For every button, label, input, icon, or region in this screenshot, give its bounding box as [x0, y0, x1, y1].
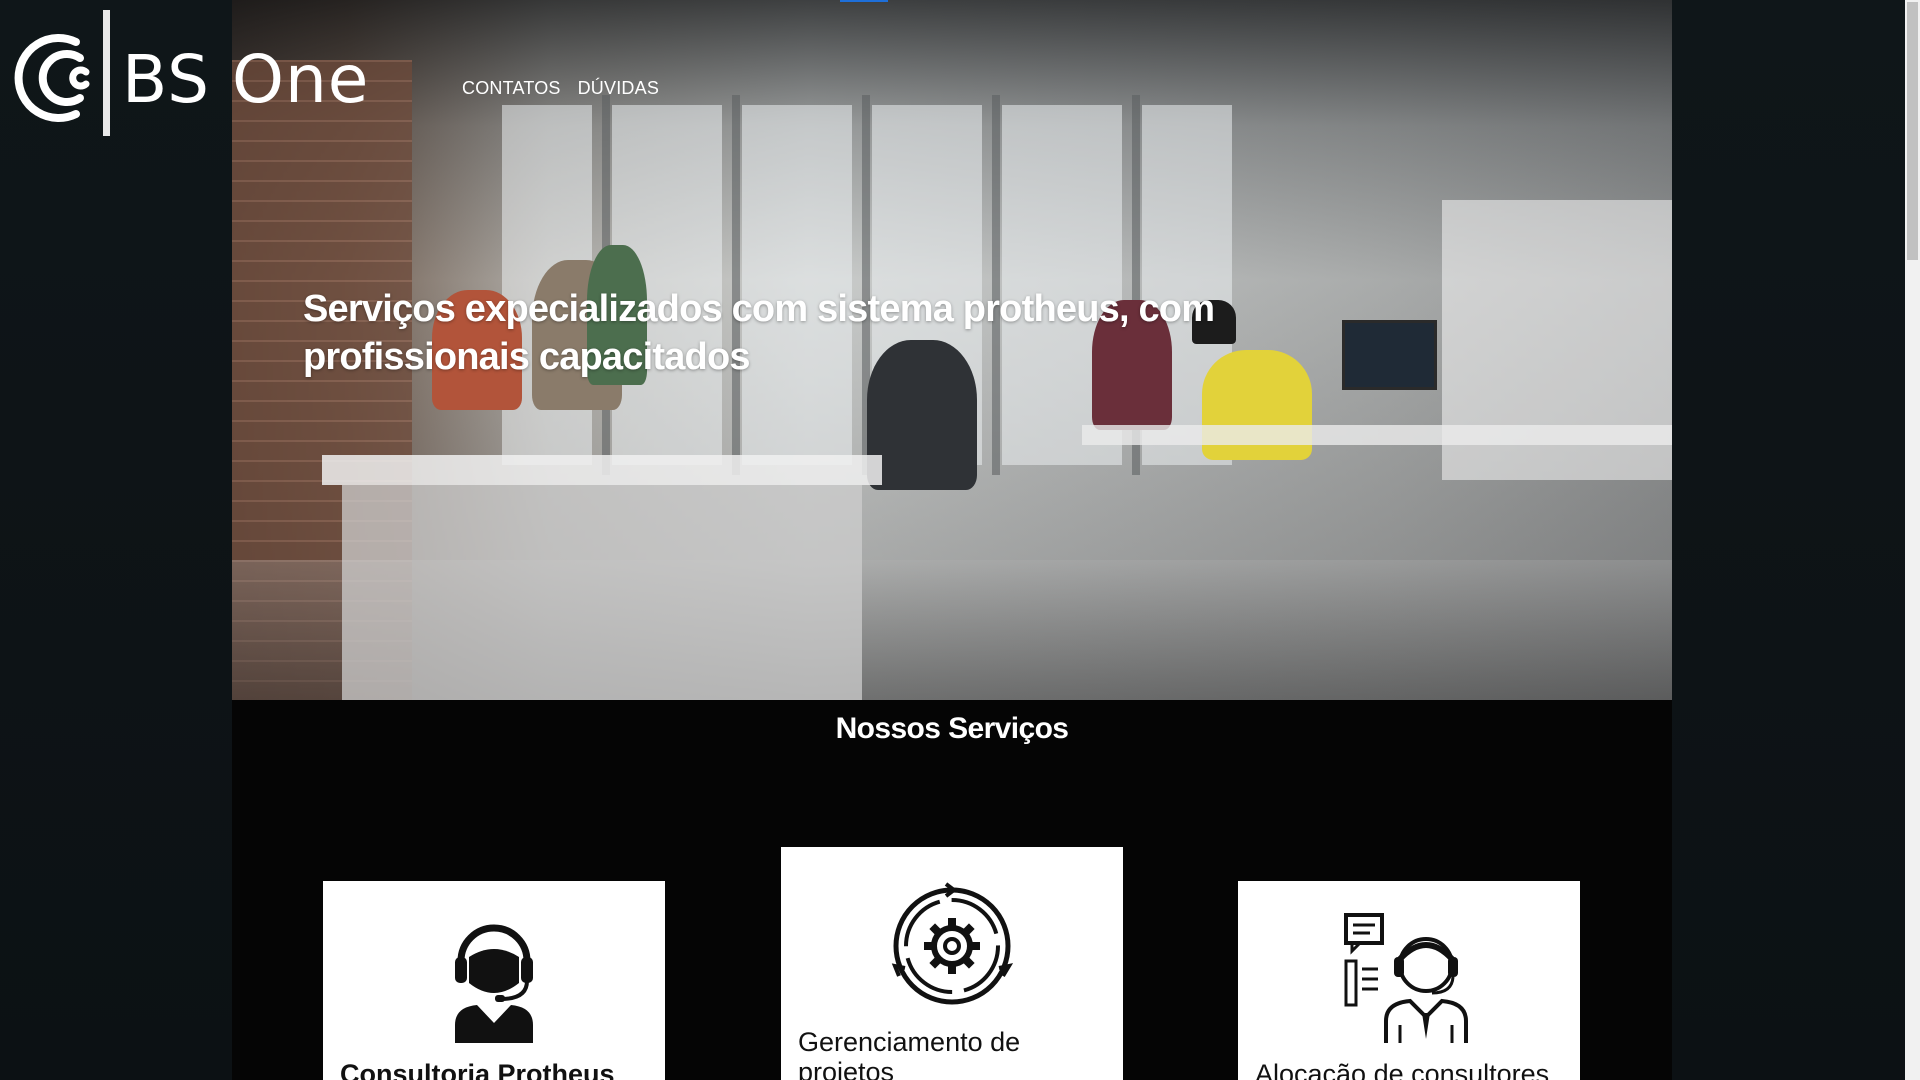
service-card-title: Alocação de consultores [1255, 1059, 1550, 1080]
hero-desk [322, 455, 882, 485]
active-indicator [840, 0, 888, 2]
service-card-gerenciamento[interactable]: Gerenciamento de projetos [781, 847, 1123, 1080]
bs-one-logo-icon [14, 33, 90, 122]
service-card-consultoria[interactable]: Consultoria Protheus [323, 881, 665, 1080]
brand-logo-link[interactable] [12, 10, 92, 135]
gear-cycle-icon [891, 882, 1013, 1005]
main-nav: CONTATOS DÚVIDAS [462, 78, 659, 99]
logo-divider [103, 10, 110, 136]
hero-title: Serviços expecializados com sistema prot… [303, 288, 1215, 378]
headset-consultant-icon [455, 924, 533, 1043]
hero-desk-cabinet [342, 485, 862, 700]
vertical-scrollbar[interactable] [1905, 0, 1920, 1080]
service-card-alocacao[interactable]: Alocação de consultores [1238, 881, 1580, 1080]
scrollbar-thumb[interactable] [1907, 2, 1918, 260]
nav-link-duvidas[interactable]: DÚVIDAS [578, 78, 659, 99]
support-agent-icon [1344, 913, 1468, 1043]
service-card-title: Consultoria Protheus [340, 1059, 615, 1080]
services-heading: Nossos Serviços [835, 712, 1069, 745]
service-card-title: Gerenciamento de projetos [798, 1027, 1021, 1080]
nav-link-contatos[interactable]: CONTATOS [462, 78, 561, 99]
brand-name: BS One [122, 41, 370, 118]
hero-desk [1082, 425, 1672, 445]
hero-monitor [1342, 320, 1437, 390]
